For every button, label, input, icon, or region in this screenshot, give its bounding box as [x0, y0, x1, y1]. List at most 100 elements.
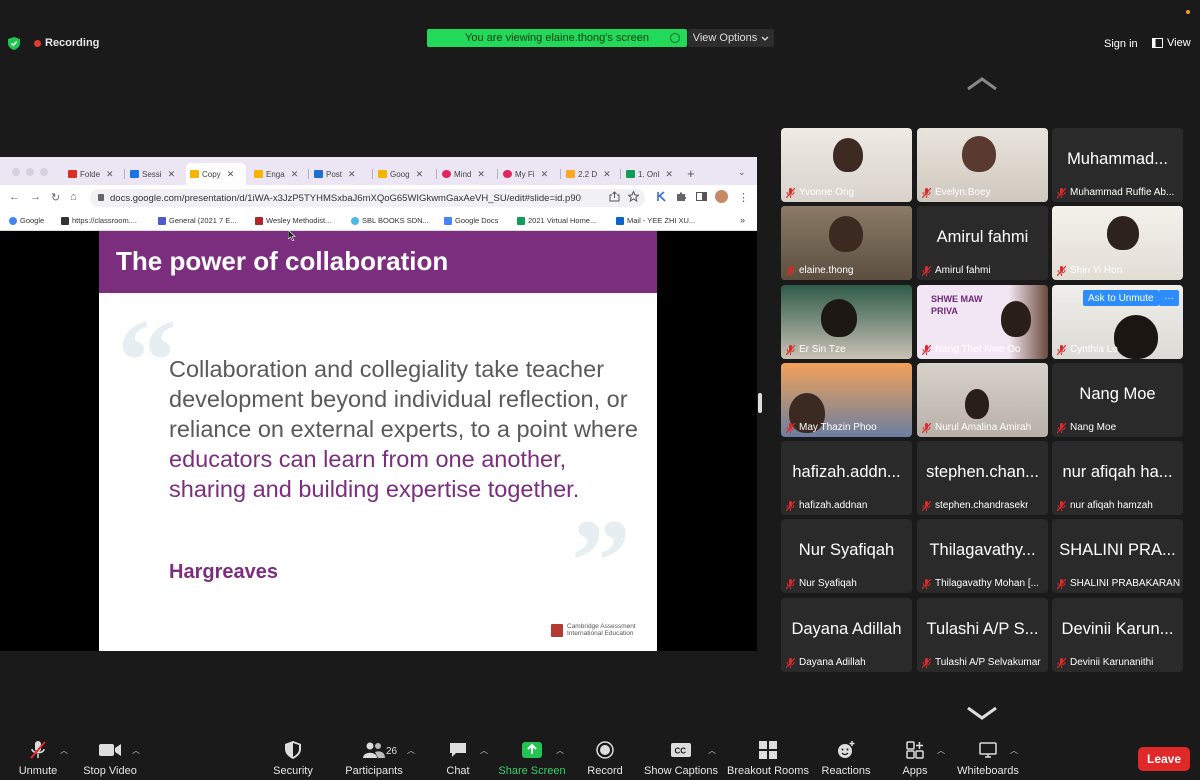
show-captions-button[interactable]: CC Show Captions: [644, 740, 718, 778]
participant-tile[interactable]: Evelyn.Boey: [917, 128, 1048, 202]
participant-tile[interactable]: Cynthia Lo Ask to Unmute ···: [1052, 285, 1183, 359]
record-button[interactable]: Record: [587, 740, 623, 778]
share-screen-button[interactable]: Share Screen: [498, 740, 566, 778]
bookmark-item[interactable]: Google: [9, 216, 44, 225]
tab-close-icon[interactable]: ✕: [291, 169, 299, 180]
participant-tile[interactable]: Nur Syafiqah Nur Syafiqah: [781, 519, 912, 593]
recording-indicator[interactable]: Recording: [34, 37, 99, 49]
view-layout-button[interactable]: View: [1152, 37, 1191, 49]
home-icon[interactable]: ⌂: [70, 191, 77, 203]
window-zoom-dot[interactable]: [40, 168, 48, 176]
participant-tile[interactable]: Thilagavathy... Thilagavathy Mohan [...: [917, 519, 1048, 593]
tab-close-icon[interactable]: ✕: [541, 169, 549, 180]
security-button[interactable]: Security: [272, 740, 314, 778]
sign-in-button[interactable]: Sign in: [1104, 38, 1138, 50]
apps-caret-icon[interactable]: ︿: [937, 745, 945, 756]
bookmarks-overflow-icon[interactable]: »: [740, 215, 745, 225]
browser-tab[interactable]: 2.2 D ✕: [562, 165, 618, 183]
tab-close-icon[interactable]: ✕: [416, 169, 424, 180]
bookmark-item[interactable]: Google Docs: [444, 216, 498, 225]
audio-options-caret-icon[interactable]: ︿: [60, 745, 68, 756]
whiteboards-button[interactable]: Whiteboards: [957, 740, 1019, 778]
ask-to-unmute-button[interactable]: Ask to Unmute: [1083, 290, 1159, 306]
apps-button[interactable]: Apps: [900, 740, 930, 778]
extensions-puzzle-icon[interactable]: [676, 191, 687, 202]
tab-close-icon[interactable]: ✕: [477, 169, 485, 180]
participants-caret-icon[interactable]: ︿: [407, 745, 415, 756]
participant-tile[interactable]: Dayana Adillah Dayana Adillah: [781, 598, 912, 672]
security-shield-icon[interactable]: [8, 37, 20, 50]
browser-tab[interactable]: 1. Onl ✕: [622, 165, 682, 183]
participant-tile[interactable]: stephen.chan... stephen.chandrasekr: [917, 441, 1048, 515]
window-close-dot[interactable]: [12, 168, 20, 176]
breakout-rooms-button[interactable]: Breakout Rooms: [727, 740, 809, 778]
bookmark-item[interactable]: https://classroom....: [61, 216, 137, 225]
back-arrow-icon[interactable]: ←: [9, 191, 20, 203]
browser-menu-icon[interactable]: ⋮: [738, 191, 749, 204]
share-caret-icon[interactable]: ︿: [556, 745, 564, 756]
extension-k-icon[interactable]: [656, 191, 667, 202]
leave-meeting-button[interactable]: Leave: [1138, 747, 1190, 771]
unmute-label: Unmute: [18, 765, 58, 777]
browser-tab-active[interactable]: Copy ✕: [186, 163, 246, 185]
participant-tile[interactable]: nur afiqah ha... nur afiqah hamzah: [1052, 441, 1183, 515]
reload-icon[interactable]: ↻: [51, 191, 60, 204]
browser-tab[interactable]: Sessi ✕: [126, 165, 184, 183]
participant-tile[interactable]: Shin Yi Hon: [1052, 206, 1183, 280]
browser-tab[interactable]: Folde ✕: [64, 165, 122, 183]
window-minimize-dot[interactable]: [26, 168, 34, 176]
browser-tab[interactable]: Enga ✕: [250, 165, 306, 183]
side-panel-icon[interactable]: [696, 191, 707, 202]
browser-tab[interactable]: Mind ✕: [438, 165, 496, 183]
whiteboards-caret-icon[interactable]: ︿: [1010, 745, 1018, 756]
tab-close-icon[interactable]: ✕: [227, 169, 235, 180]
browser-tab[interactable]: My Fi ✕: [499, 165, 559, 183]
tab-close-icon[interactable]: ✕: [603, 169, 611, 180]
unmute-button[interactable]: Unmute: [19, 740, 57, 778]
reactions-button[interactable]: Reactions: [822, 740, 870, 778]
video-options-caret-icon[interactable]: ︿: [132, 745, 140, 756]
stop-video-button[interactable]: Stop Video: [83, 740, 137, 778]
chat-caret-icon[interactable]: ︿: [480, 745, 488, 756]
view-options-button[interactable]: View Options: [688, 29, 774, 47]
participant-tile[interactable]: Amirul fahmi Amirul fahmi: [917, 206, 1048, 280]
gallery-page-up-chevron-icon[interactable]: [966, 77, 998, 91]
participant-tile[interactable]: SHALINI PRA... SHALINI PRABAKARAN: [1052, 519, 1183, 593]
participant-name-label: May Thazin Phoo: [786, 422, 877, 433]
tab-close-icon[interactable]: ✕: [665, 169, 673, 180]
bookmark-item[interactable]: SBL BOOKS SDN...: [351, 216, 429, 225]
participant-tile[interactable]: elaine.thong: [781, 206, 912, 280]
gallery-page-down-chevron-icon[interactable]: [966, 706, 998, 720]
new-tab-plus-icon[interactable]: +: [687, 166, 695, 181]
tab-search-chevron-icon[interactable]: ⌄: [738, 167, 746, 178]
participant-tile[interactable]: Yvonne Ong: [781, 128, 912, 202]
captions-caret-icon[interactable]: ︿: [708, 745, 716, 756]
browser-tab[interactable]: Post ✕: [310, 165, 370, 183]
bookmark-star-icon[interactable]: [628, 191, 639, 202]
participant-tile[interactable]: SHWE MAW PRIVA Nang Thet Nwe Oo: [917, 285, 1048, 359]
participant-tile[interactable]: Muhammad... Muhammad Ruffie Ab...: [1052, 128, 1183, 202]
bookmark-item[interactable]: General (2021 7 E...: [158, 216, 237, 225]
participant-tile[interactable]: Er Sin Tze: [781, 285, 912, 359]
participant-tile[interactable]: hafizah.addn... hafizah.addnan: [781, 441, 912, 515]
split-view-drag-handle[interactable]: [758, 393, 762, 413]
participant-name: nur afiqah hamzah: [1070, 500, 1153, 511]
bookmark-item[interactable]: 2021 Virtual Home...: [517, 216, 596, 225]
tab-close-icon[interactable]: ✕: [106, 169, 114, 180]
bookmark-item[interactable]: Wesley Methodist...: [255, 216, 331, 225]
participant-tile[interactable]: Tulashi A/P S... Tulashi A/P Selvakumar: [917, 598, 1048, 672]
share-page-icon[interactable]: [609, 191, 620, 202]
participant-tile[interactable]: May Thazin Phoo: [781, 363, 912, 437]
url-input[interactable]: docs.google.com/presentation/d/1iWA-x3Jz…: [90, 189, 645, 207]
participant-tile[interactable]: Devinii Karun... Devinii Karunanithi: [1052, 598, 1183, 672]
participant-more-options-icon[interactable]: ···: [1159, 290, 1179, 306]
tab-close-icon[interactable]: ✕: [348, 169, 356, 180]
participant-tile[interactable]: Nang Moe Nang Moe: [1052, 363, 1183, 437]
forward-arrow-icon[interactable]: →: [30, 191, 41, 203]
tab-close-icon[interactable]: ✕: [168, 169, 176, 180]
bookmark-item[interactable]: Mail - YEE ZHI XU...: [616, 216, 695, 225]
browser-tab[interactable]: Goog ✕: [374, 165, 434, 183]
chat-button[interactable]: Chat: [444, 740, 472, 778]
participant-tile[interactable]: Nurul Amalina Amirah: [917, 363, 1048, 437]
profile-avatar[interactable]: [715, 190, 728, 203]
